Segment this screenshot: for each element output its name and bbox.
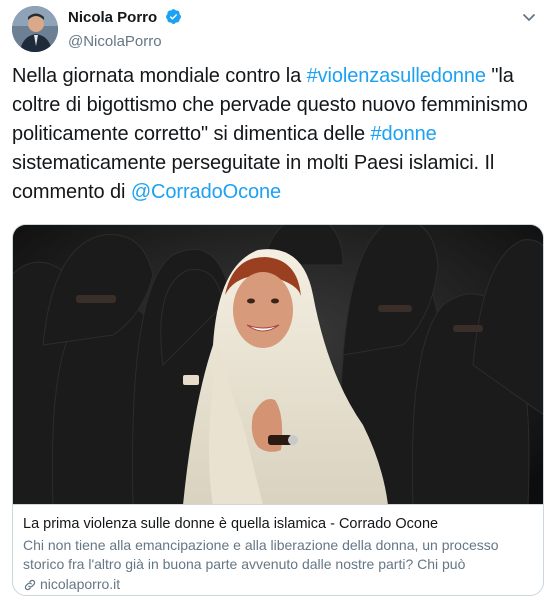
card-photo [13,225,543,504]
tweet-text: Nella giornata mondiale contro la #viole… [12,62,540,207]
card-image[interactable] [13,225,543,505]
mention-corradoocone-link[interactable]: @CorradoOcone [131,181,281,203]
tweet-text-segment: Nella giornata mondiale contro la [12,65,307,87]
card-body: La prima violenza sulle donne è quella i… [13,505,543,595]
hashtag-donne-link[interactable]: #donne [371,123,437,145]
card-description: Chi non tiene alla emancipazione e alla … [23,537,499,572]
avatar-photo [12,6,58,52]
author-handle[interactable]: @NicolaPorro [68,33,182,50]
link-preview-card[interactable]: La prima violenza sulle donne è quella i… [12,224,544,596]
author-names: Nicola Porro @NicolaPorro [68,8,182,50]
tweet[interactable]: Nicola Porro @NicolaPorro Nella giornata… [0,0,550,600]
verified-badge-icon [165,8,182,30]
link-icon [23,578,37,595]
chevron-down-icon[interactable] [520,8,538,26]
tweet-header: Nicola Porro @NicolaPorro [12,6,538,54]
card-title: La prima violenza sulle donne è quella i… [23,516,439,532]
avatar[interactable] [12,6,58,52]
card-domain-text: nicolaporro.it [40,576,121,592]
author-display-name[interactable]: Nicola Porro [68,9,157,26]
hashtag-violenzasulledonne-link[interactable]: #violenzasulledonne [307,65,486,87]
card-domain: nicolaporro.it [23,575,533,595]
